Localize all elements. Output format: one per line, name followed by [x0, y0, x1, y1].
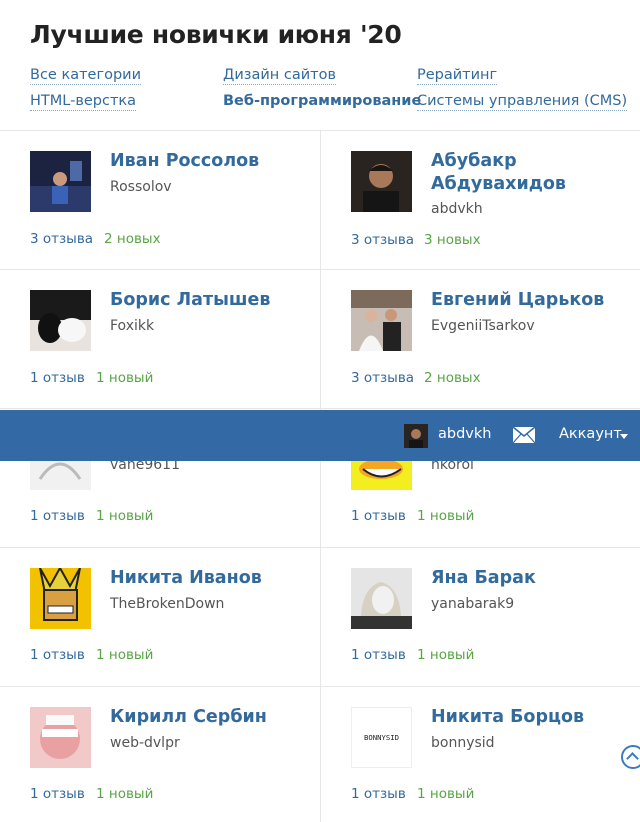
user-avatar[interactable]	[30, 568, 91, 629]
user-card: BONNYSID Никита Борцов bonnysid 1 отзыв …	[320, 687, 640, 822]
category-cms-link[interactable]: Системы управления (CMS)	[417, 92, 628, 111]
user-login: bonnysid	[431, 735, 495, 751]
user-login: TheBrokenDown	[110, 596, 225, 612]
user-avatar[interactable]	[30, 151, 91, 212]
user-card: Борис Латышев Foxikk 1 отзыв 1 новый	[0, 270, 320, 409]
user-card: Никита Иванов TheBrokenDown 1 отзыв 1 но…	[0, 548, 320, 687]
new-reviews-link[interactable]: 1 новый	[96, 786, 153, 802]
users-grid: Иван Россолов Rossolov 3 отзыва 2 новых …	[0, 130, 640, 822]
new-reviews-link[interactable]: 2 новых	[424, 370, 481, 386]
reviews-link[interactable]: 3 отзыва	[351, 232, 414, 248]
user-avatar[interactable]	[351, 290, 412, 351]
category-all-link[interactable]: Все категории	[30, 66, 142, 85]
user-avatar[interactable]	[351, 568, 412, 629]
new-reviews-link[interactable]: 1 новый	[417, 647, 474, 663]
user-name-link[interactable]: Никита Иванов	[110, 567, 300, 590]
user-name-link[interactable]: Яна Барак	[431, 567, 621, 590]
user-name-link[interactable]: Никита Борцов	[431, 706, 621, 729]
chevron-down-icon[interactable]	[620, 434, 628, 439]
user-login: Foxikk	[110, 318, 155, 334]
scroll-to-top-button[interactable]	[621, 745, 640, 769]
avatar-logo-text: BONNYSID	[364, 733, 399, 742]
user-name-link[interactable]: Иван Россолов	[110, 150, 300, 173]
new-reviews-link[interactable]: 2 новых	[104, 231, 161, 247]
account-menu-button[interactable]: Аккаунт	[559, 426, 622, 442]
fixed-user-bar: abdvkh Аккаунт	[0, 410, 640, 461]
user-card: Яна Барак yanabarak9 1 отзыв 1 новый	[320, 548, 640, 687]
user-name-link[interactable]: Абубакр Абдувахидов	[431, 150, 621, 196]
user-login: EvgeniiTsarkov	[431, 318, 535, 334]
user-card: Абубакр Абдувахидов abdvkh 3 отзыва 3 но…	[320, 131, 640, 270]
user-card: Иван Россолов Rossolov 3 отзыва 2 новых	[0, 131, 320, 270]
user-avatar[interactable]	[30, 707, 91, 768]
user-avatar[interactable]	[351, 151, 412, 212]
new-reviews-link[interactable]: 3 новых	[424, 232, 481, 248]
user-login: Rossolov	[110, 179, 172, 195]
reviews-link[interactable]: 3 отзыва	[351, 370, 414, 386]
current-user-avatar[interactable]	[404, 424, 428, 448]
page-title: Лучшие новички июня '20	[30, 20, 402, 49]
category-web-design-link[interactable]: Дизайн сайтов	[223, 66, 337, 85]
reviews-link[interactable]: 1 отзыв	[351, 508, 406, 524]
new-reviews-link[interactable]: 1 новый	[96, 370, 153, 386]
reviews-link[interactable]: 1 отзыв	[351, 786, 406, 802]
reviews-link[interactable]: 1 отзыв	[30, 370, 85, 386]
category-rewriting-link[interactable]: Рерайтинг	[417, 66, 498, 85]
reviews-link[interactable]: 1 отзыв	[30, 508, 85, 524]
reviews-link[interactable]: 1 отзыв	[30, 786, 85, 802]
current-user-link[interactable]: abdvkh	[438, 426, 491, 442]
new-reviews-link[interactable]: 1 новый	[96, 508, 153, 524]
new-reviews-link[interactable]: 1 новый	[417, 508, 474, 524]
user-login: yanabarak9	[431, 596, 515, 612]
new-reviews-link[interactable]: 1 новый	[417, 786, 474, 802]
reviews-link[interactable]: 1 отзыв	[30, 647, 85, 663]
user-card: Кирилл Сербин web-dvlpr 1 отзыв 1 новый	[0, 687, 320, 822]
user-avatar[interactable]: BONNYSID	[351, 707, 412, 768]
mail-icon[interactable]	[512, 426, 536, 444]
user-name-link[interactable]: Евгений Царьков	[431, 289, 621, 312]
reviews-link[interactable]: 3 отзыва	[30, 231, 93, 247]
user-avatar[interactable]	[30, 290, 91, 351]
category-web-dev-link[interactable]: Веб-программирование	[223, 92, 421, 110]
reviews-link[interactable]: 1 отзыв	[351, 647, 406, 663]
new-reviews-link[interactable]: 1 новый	[96, 647, 153, 663]
user-card: Евгений Царьков EvgeniiTsarkov 3 отзыва …	[320, 270, 640, 409]
user-name-link[interactable]: Борис Латышев	[110, 289, 300, 312]
user-name-link[interactable]: Кирилл Сербин	[110, 706, 300, 729]
user-login: web-dvlpr	[110, 735, 180, 751]
user-login: abdvkh	[431, 201, 483, 217]
category-html-link[interactable]: HTML-верстка	[30, 92, 137, 111]
